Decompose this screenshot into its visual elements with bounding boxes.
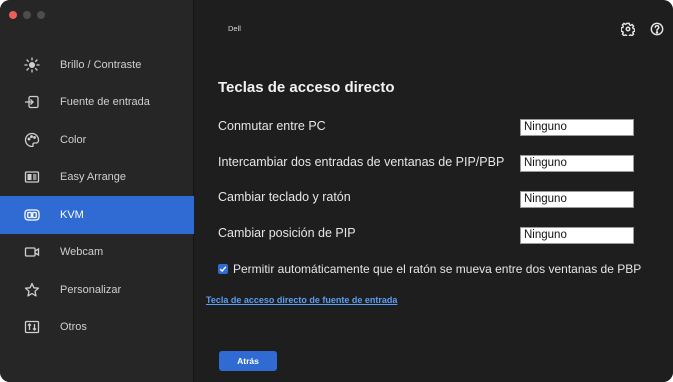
back-button[interactable]: Atrás [219,351,277,371]
window-controls [9,11,45,19]
other-icon [24,319,40,335]
hotkey-field-pip-position[interactable]: Ninguno [520,227,634,244]
sidebar-item-brillo-contraste[interactable]: Brillo / Contraste [0,46,194,84]
hotkey-field-switch-pc[interactable]: Ninguno [520,119,634,136]
sidebar-item-personalizar[interactable]: Personalizar [0,271,194,309]
brand-label: Dell [228,24,241,33]
sidebar-item-label: Color [60,133,87,146]
sidebar-item-easy-arrange[interactable]: Easy Arrange [0,159,194,197]
star-icon [24,282,40,298]
close-window-button[interactable] [9,11,17,19]
pbp-mouse-checkbox-row[interactable]: Permitir automáticamente que el ratón se… [218,262,641,276]
sidebar: Brillo / Contraste Fuente de entrada Col… [0,0,194,382]
gear-icon[interactable] [620,22,636,38]
sidebar-item-fuente-entrada[interactable]: Fuente de entrada [0,84,194,122]
sidebar-item-color[interactable]: Color [0,121,194,159]
pbp-mouse-checkbox[interactable] [218,264,228,274]
sidebar-item-label: Brillo / Contraste [60,58,142,71]
sidebar-item-label: Otros [60,321,87,334]
main-panel: Dell Teclas de acceso directo Conmutar e… [195,0,673,382]
sidebar-item-label: Personalizar [60,283,122,296]
hotkey-label-swap-pip-pbp: Intercambiar dos entradas de ventanas de… [218,155,505,169]
sidebar-item-label: Webcam [60,246,104,259]
maximize-window-button[interactable] [37,11,45,19]
hotkey-label-pip-position: Cambiar posición de PIP [218,226,356,240]
sidebar-item-label: KVM [60,208,84,221]
input-source-hotkey-link[interactable]: Tecla de acceso directo de fuente de ent… [206,295,397,305]
webcam-icon [24,244,40,260]
minimize-window-button[interactable] [23,11,31,19]
sidebar-item-webcam[interactable]: Webcam [0,234,194,272]
easy-arrange-icon [24,169,40,185]
pbp-mouse-checkbox-label: Permitir automáticamente que el ratón se… [233,262,642,276]
help-icon[interactable] [650,22,664,36]
input-source-icon [24,94,40,110]
color-palette-icon [24,132,40,148]
sidebar-item-label: Fuente de entrada [60,96,150,109]
sidebar-nav: Brillo / Contraste Fuente de entrada Col… [0,46,194,346]
brightness-icon [24,57,40,73]
sidebar-item-kvm[interactable]: KVM [0,196,194,234]
hotkey-field-swap-pip-pbp[interactable]: Ninguno [520,155,634,172]
page-title: Teclas de acceso directo [218,79,395,96]
sidebar-item-otros[interactable]: Otros [0,309,194,347]
hotkey-label-switch-pc: Conmutar entre PC [218,119,326,133]
hotkey-label-switch-keyboard-mouse: Cambiar teclado y ratón [218,190,351,204]
hotkey-field-switch-keyboard-mouse[interactable]: Ninguno [520,191,634,208]
app-window: Brillo / Contraste Fuente de entrada Col… [0,0,673,382]
kvm-icon [24,207,40,223]
sidebar-item-label: Easy Arrange [60,171,127,184]
